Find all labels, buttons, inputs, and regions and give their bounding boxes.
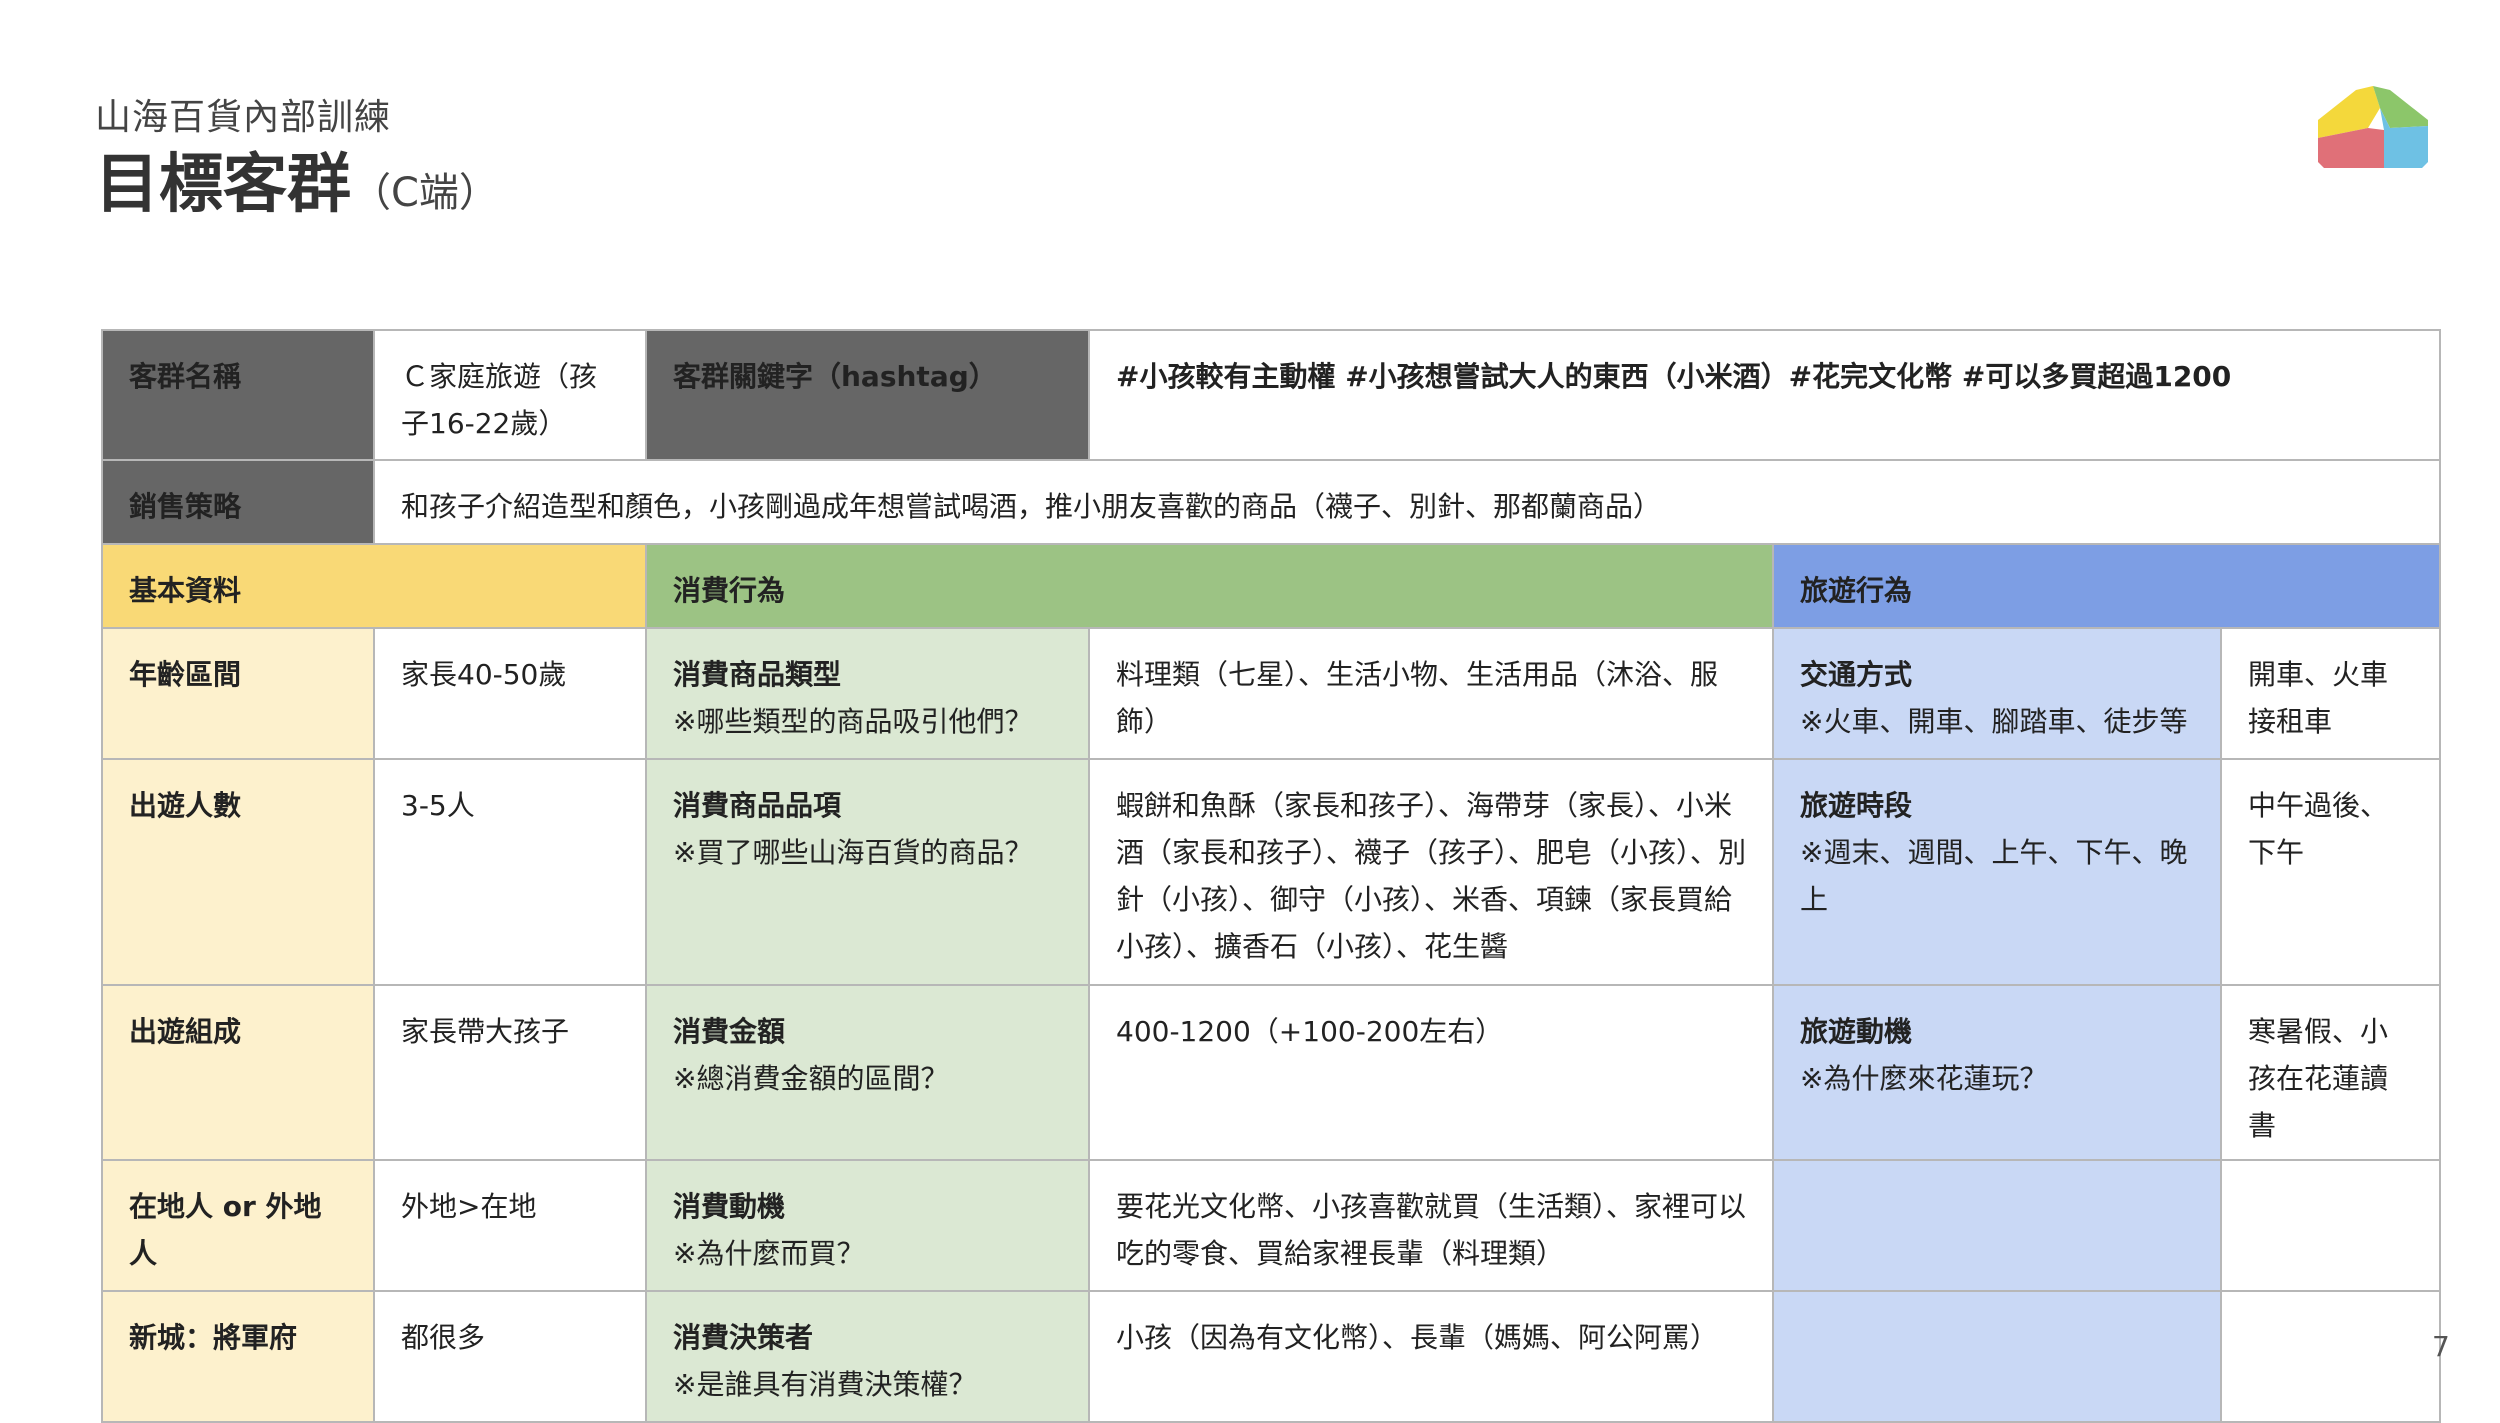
page-title: 目標客群（C端） <box>95 150 499 220</box>
page-number: 7 <box>2432 1330 2450 1363</box>
consume-label: 消費金額 <box>673 1015 786 1048</box>
basic-value: 家長40-50歲 <box>373 627 647 760</box>
table-row: 年齡區間 家長40-50歲 消費商品類型 ※哪些類型的商品吸引他們？ 料理類（七星… <box>101 627 2441 760</box>
basic-value: 3-5人 <box>373 758 647 986</box>
consume-value: 蝦餅和魚酥（家長和孩子）、海帶芽（家長）、小米酒（家長和孩子）、襪子（孩子）、肥… <box>1088 758 1774 986</box>
consume-label-cell: 消費金額 ※總消費金額的區間？ <box>645 984 1090 1161</box>
travel-value: 寒暑假、小孩在花蓮讀書 <box>2220 984 2441 1161</box>
section-travel-header: 旅遊行為 <box>1772 543 2441 629</box>
travel-note: ※週末、週間、上午、下午、晚上 <box>1800 836 2188 916</box>
consume-label: 消費決策者 <box>673 1321 814 1354</box>
basic-label: 出遊人數 <box>101 758 375 986</box>
travel-value <box>2220 1159 2441 1292</box>
consume-value: 400-1200（+100-200左右） <box>1088 984 1774 1161</box>
table-row-sections: 基本資料 消費行為 旅遊行為 <box>101 543 2441 629</box>
travel-label-cell: 旅遊時段 ※週末、週間、上午、下午、晚上 <box>1772 758 2222 986</box>
section-consume-header: 消費行為 <box>645 543 1774 629</box>
consume-label: 消費動機 <box>673 1190 786 1223</box>
basic-value: 家長帶大孩子 <box>373 984 647 1161</box>
travel-value: 開車、火車接租車 <box>2220 627 2441 760</box>
travel-label: 旅遊動機 <box>1800 1015 1913 1048</box>
basic-label: 出遊組成 <box>101 984 375 1161</box>
consume-note: ※哪些類型的商品吸引他們？ <box>673 705 1033 738</box>
strategy-label: 銷售策略 <box>101 459 375 545</box>
table-row: 出遊人數 3-5人 消費商品品項 ※買了哪些山海百貨的商品？ 蝦餅和魚酥（家長和孩… <box>101 758 2441 986</box>
table-row: 出遊組成 家長帶大孩子 消費金額 ※總消費金額的區間？ 400-1200（+100… <box>101 984 2441 1161</box>
travel-label: 旅遊時段 <box>1800 789 1913 822</box>
consume-note: ※是誰具有消費決策權？ <box>673 1368 977 1401</box>
travel-label-cell: 旅遊動機 ※為什麼來花蓮玩？ <box>1772 984 2222 1161</box>
table-row-strategy: 銷售策略 和孩子介紹造型和顏色，小孩剛過成年想嘗試喝酒，推小朋友喜歡的商品（襪子… <box>101 459 2441 545</box>
basic-value: 外地>在地 <box>373 1159 647 1292</box>
consume-value: 料理類（七星）、生活小物、生活用品（沐浴、服飾） <box>1088 627 1774 760</box>
travel-label-cell: 交通方式 ※火車、開車、腳踏車、徒步等 <box>1772 627 2222 760</box>
consume-label: 消費商品品項 <box>673 789 842 822</box>
group-name-label: 客群名稱 <box>101 329 375 461</box>
consume-value: 小孩（因為有文化幣）、長輩（媽媽、阿公阿罵） <box>1088 1290 1774 1423</box>
consume-label: 消費商品類型 <box>673 658 842 691</box>
page-title-suffix: （C端） <box>351 170 499 216</box>
travel-note: ※火車、開車、腳踏車、徒步等 <box>1800 705 2188 738</box>
consume-label-cell: 消費動機 ※為什麼而買？ <box>645 1159 1090 1292</box>
house-logo-icon <box>2318 86 2428 168</box>
table-row: 在地人 or 外地人 外地>在地 消費動機 ※為什麼而買？ 要花光文化幣、小孩喜歡… <box>101 1159 2441 1292</box>
page-title-main: 目標客群 <box>95 148 351 222</box>
basic-label: 年齡區間 <box>101 627 375 760</box>
strategy-value: 和孩子介紹造型和顏色，小孩剛過成年想嘗試喝酒，推小朋友喜歡的商品（襪子、別針、那… <box>373 459 2441 545</box>
travel-label: 交通方式 <box>1800 658 1913 691</box>
basic-label: 新城：將軍府 <box>101 1290 375 1423</box>
section-basic-header: 基本資料 <box>101 543 647 629</box>
consume-value: 要花光文化幣、小孩喜歡就買（生活類）、家裡可以吃的零食、買給家裡長輩（料理類） <box>1088 1159 1774 1292</box>
travel-note: ※為什麼來花蓮玩？ <box>1800 1062 2048 1095</box>
consume-note: ※買了哪些山海百貨的商品？ <box>673 836 1033 869</box>
travel-value: 中午過後、下午 <box>2220 758 2441 986</box>
basic-label: 在地人 or 外地人 <box>101 1159 375 1292</box>
hashtag-value: #小孩較有主動權 #小孩想嘗試大人的東西（小米酒）#花完文化幣 #可以多買超過1… <box>1088 329 2441 461</box>
table-row: 新城：將軍府 都很多 消費決策者 ※是誰具有消費決策權？ 小孩（因為有文化幣）、長… <box>101 1290 2441 1423</box>
target-customer-table: 客群名稱 Ｃ家庭旅遊（孩子16-22歲） 客群關鍵字（hashtag） #小孩較… <box>101 329 2441 1423</box>
table-row-group-name: 客群名稱 Ｃ家庭旅遊（孩子16-22歲） 客群關鍵字（hashtag） #小孩較… <box>101 329 2441 461</box>
group-name-value: Ｃ家庭旅遊（孩子16-22歲） <box>373 329 647 461</box>
consume-label-cell: 消費決策者 ※是誰具有消費決策權？ <box>645 1290 1090 1423</box>
logo-green-segment <box>2373 86 2428 128</box>
consume-note: ※總消費金額的區間？ <box>673 1062 949 1095</box>
travel-value <box>2220 1290 2441 1423</box>
basic-value: 都很多 <box>373 1290 647 1423</box>
hashtag-label: 客群關鍵字（hashtag） <box>645 329 1090 461</box>
subtitle: 山海百貨內部訓練 <box>95 97 392 138</box>
consume-label-cell: 消費商品類型 ※哪些類型的商品吸引他們？ <box>645 627 1090 760</box>
travel-label-cell <box>1772 1159 2222 1292</box>
travel-label-cell <box>1772 1290 2222 1423</box>
consume-note: ※為什麼而買？ <box>673 1237 865 1270</box>
consume-label-cell: 消費商品品項 ※買了哪些山海百貨的商品？ <box>645 758 1090 986</box>
